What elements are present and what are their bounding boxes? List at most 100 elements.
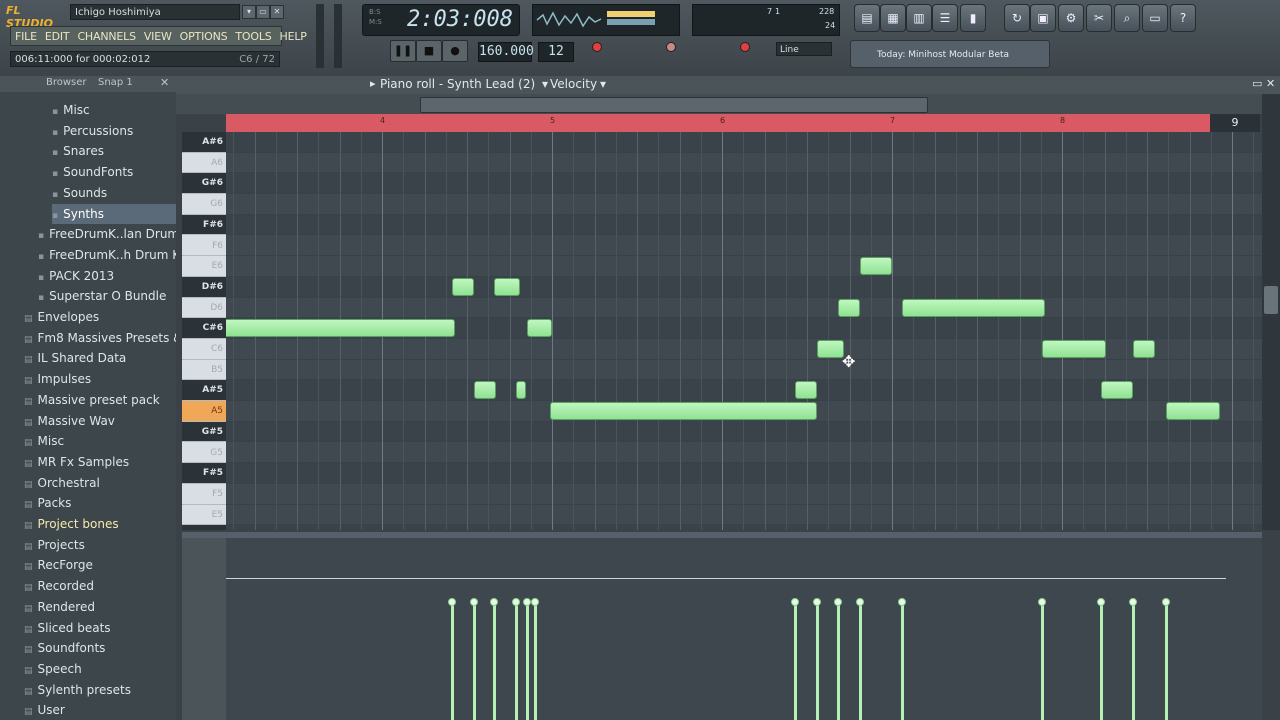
browser-item[interactable]: ▤ IL Shared Data (24, 348, 176, 368)
velocity-dropdown-icon[interactable]: ▾ (600, 77, 606, 91)
piano-key[interactable]: D#5 (182, 525, 226, 530)
browser-item[interactable]: ▤ Speech (24, 659, 176, 679)
project-title-field[interactable]: Ichigo Hoshimiya (70, 4, 240, 20)
browser-item[interactable]: ▪ Sounds (52, 183, 176, 203)
velocity-bar[interactable] (855, 598, 864, 720)
master-pitch-slider[interactable] (334, 4, 342, 68)
pattern-display[interactable]: 12 (538, 42, 574, 62)
pause-icon[interactable]: ❚❚ (390, 40, 416, 62)
browser-item[interactable]: ▪ Superstar O Bundle (38, 286, 176, 306)
browser-item[interactable]: ▤ Envelopes (24, 307, 176, 327)
browser-icon[interactable]: ☰ (932, 4, 958, 32)
piano-key[interactable]: B5 (182, 360, 226, 381)
piano-key[interactable]: F6 (182, 236, 226, 257)
browser-item[interactable]: ▤ Rendered (24, 597, 176, 617)
piano-key[interactable]: G6 (182, 194, 226, 215)
piano-roll-menu-icon[interactable]: ▸ (370, 77, 376, 90)
vertical-scroll-thumb[interactable] (1264, 286, 1278, 314)
browser-close-icon[interactable]: ✕ (160, 76, 169, 89)
menu-view[interactable]: VIEW (144, 30, 172, 43)
piano-key[interactable]: A5 (182, 401, 226, 422)
piano-key[interactable]: G#5 (182, 421, 226, 443)
browser-item[interactable]: ▤ Orchestral (24, 473, 176, 493)
piano-keyboard[interactable]: A#6 A6 G#6 G6 F#6 F6 E6 D#6 D6 C#6 C6 B5 A#5 A5 G#5 G5 F… (182, 132, 226, 530)
maximize-icon[interactable]: ▭ (1252, 77, 1262, 90)
step-sequencer-icon[interactable]: ▦ (880, 4, 906, 32)
velocity-bar[interactable] (522, 598, 531, 720)
horizontal-scrollbar[interactable] (420, 97, 928, 113)
piano-key[interactable]: C#6 (182, 318, 226, 339)
velocity-bar[interactable] (490, 598, 499, 720)
browser-item[interactable]: ▪ SoundFonts (52, 162, 176, 182)
loop-record-led[interactable] (740, 42, 750, 52)
velocity-bar[interactable] (791, 598, 800, 720)
note[interactable] (473, 381, 496, 400)
browser-item[interactable]: ▪ Misc (52, 100, 176, 120)
note[interactable] (859, 257, 892, 276)
velocity-bar[interactable] (531, 598, 539, 720)
piano-roll-icon[interactable]: ▥ (906, 4, 932, 32)
browser-item[interactable]: ▤ Misc (24, 431, 176, 451)
mixer-icon[interactable]: ▮ (960, 4, 986, 32)
browser-item[interactable]: ▪ FreeDrumK..h Drum Kit (38, 245, 176, 265)
note[interactable] (516, 381, 527, 400)
piano-key[interactable]: C6 (182, 339, 226, 360)
piano-roll-target[interactable]: Velocity (550, 77, 597, 91)
browser-item[interactable]: ▤ Recorded (24, 576, 176, 596)
piano-key[interactable]: F#6 (182, 214, 226, 236)
browser-item[interactable]: ▪ PACK 2013 (38, 266, 176, 286)
note[interactable] (226, 319, 456, 338)
menu-tools[interactable]: TOOLS (235, 30, 271, 43)
note[interactable] (1041, 340, 1107, 358)
piano-key[interactable]: D6 (182, 298, 226, 319)
news-panel[interactable]: Today: Minihost Modular Beta (850, 40, 1050, 68)
tools-icon[interactable]: ✂ (1086, 4, 1112, 32)
browser-item[interactable]: ▤ Projects (24, 535, 176, 555)
tempo-display[interactable]: 160.000 (478, 42, 534, 62)
song-time-display[interactable]: B:S M:S 2:03:008 (362, 4, 520, 36)
browser-item[interactable]: ▤ Fm8 Massives Presets & (24, 328, 176, 348)
piano-key[interactable]: A#5 (182, 380, 226, 402)
velocity-editor[interactable] (226, 538, 1262, 720)
menu-edit[interactable]: EDIT (45, 30, 70, 43)
snap-selector[interactable]: Line (776, 42, 832, 56)
browser-snap[interactable]: Snap 1 (98, 77, 133, 88)
velocity-bar[interactable] (469, 598, 478, 720)
piano-key[interactable]: G5 (182, 443, 226, 464)
help-icon[interactable]: ? (1170, 4, 1196, 32)
target-dropdown-icon[interactable]: ▾ (542, 77, 548, 91)
note[interactable] (1101, 381, 1134, 400)
dropdown-arrow-icon[interactable]: ▾ (242, 5, 256, 19)
velocity-bar[interactable] (447, 598, 456, 720)
step-edit-led[interactable] (666, 42, 676, 52)
velocity-bar[interactable] (813, 598, 822, 720)
velocity-bar[interactable] (1097, 598, 1106, 720)
browser-item[interactable]: ▪ FreeDrumK..lan Drums (38, 224, 176, 244)
piano-key[interactable]: A6 (182, 153, 226, 174)
note[interactable] (494, 277, 520, 296)
browser-item[interactable]: ▤ Sliced beats (24, 618, 176, 638)
note[interactable] (837, 298, 860, 317)
piano-roll-title[interactable]: Piano roll - Synth Lead (2) (380, 77, 535, 91)
menu-file[interactable]: FILE (15, 30, 37, 43)
browser-item[interactable]: ▤ Project bones (24, 514, 176, 534)
velocity-bar[interactable] (1161, 598, 1170, 720)
stop-icon[interactable]: ■ (416, 40, 442, 62)
record-icon[interactable]: ● (442, 40, 468, 62)
velocity-bar[interactable] (512, 598, 521, 720)
velocity-bar[interactable] (1129, 598, 1138, 720)
browser-item[interactable]: ▪ Synths (52, 203, 176, 224)
note[interactable] (817, 340, 845, 358)
browser-item[interactable]: ▤ Impulses (24, 369, 176, 389)
browser-item[interactable]: ▤ User (24, 700, 176, 720)
note[interactable] (1165, 402, 1221, 421)
velocity-bar[interactable] (1037, 598, 1046, 720)
note[interactable] (795, 381, 818, 400)
browser-item[interactable]: ▤ Sylenth presets (24, 680, 176, 700)
browser-item[interactable]: ▪ Snares (52, 141, 176, 161)
save-icon[interactable]: ▣ (1030, 4, 1056, 32)
piano-key[interactable]: F5 (182, 484, 226, 505)
master-volume-slider[interactable] (316, 4, 324, 68)
browser-item[interactable]: ▤ RecForge (24, 555, 176, 575)
piano-key[interactable]: E6 (182, 256, 226, 277)
